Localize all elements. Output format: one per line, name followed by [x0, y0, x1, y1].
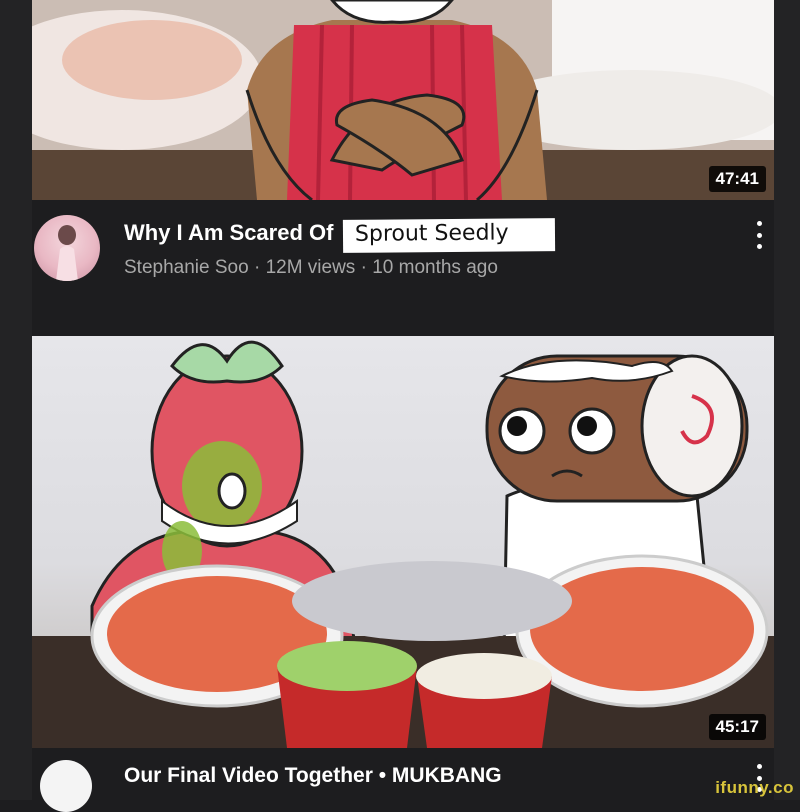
- upload-age: 10 months ago: [372, 257, 498, 278]
- duration-badge: 45:17: [708, 714, 766, 740]
- thumbnail-artwork-2: [32, 340, 774, 748]
- channel-avatar[interactable]: [34, 215, 100, 281]
- right-margin: [774, 0, 800, 800]
- watermark: ifunny.co: [715, 778, 794, 797]
- view-count: 12M views: [265, 257, 356, 278]
- video-info-2: Our Final Video Together • MUKBANG: [32, 752, 774, 812]
- channel-name[interactable]: Stephanie Soo: [124, 257, 249, 278]
- video-thumbnail-1[interactable]: 47:41: [32, 0, 774, 200]
- duration-badge: 47:41: [708, 166, 766, 192]
- video-thumbnail-2[interactable]: 45:17: [32, 336, 774, 748]
- video-subtitle: Stephanie Soo · 12M views · 10 months ag…: [124, 257, 498, 279]
- channel-avatar[interactable]: [40, 760, 92, 812]
- video-title-text: Why I Am Scared Of: [124, 220, 334, 245]
- youtube-feed: 47:41 Why I Am Scared Of Sprout Seedly St…: [0, 0, 800, 812]
- more-vert-icon[interactable]: [752, 221, 766, 249]
- handwritten-title-overwrite: Sprout Seedly: [343, 218, 556, 253]
- left-margin: [0, 0, 32, 800]
- thumbnail-artwork-1: [32, 0, 774, 200]
- video-info-1: Why I Am Scared Of Sprout Seedly Stephani…: [32, 205, 774, 325]
- video-title[interactable]: Our Final Video Together • MUKBANG: [124, 764, 502, 788]
- video-title[interactable]: Why I Am Scared Of Sprout Seedly: [124, 218, 556, 253]
- separator: ·: [253, 257, 261, 278]
- separator: ·: [360, 257, 367, 278]
- avatar-silhouette: [56, 225, 78, 281]
